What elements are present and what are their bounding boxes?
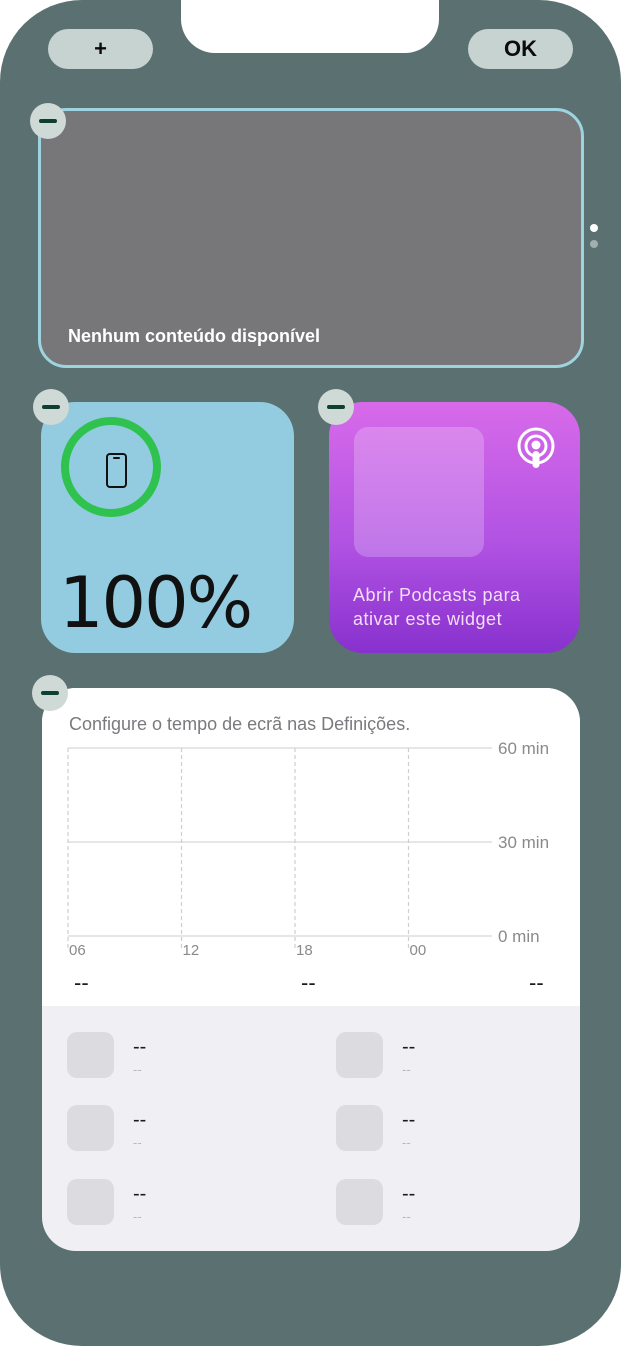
app-icon-placeholder xyxy=(336,1179,383,1225)
battery-ring xyxy=(61,417,161,517)
page-dot-active xyxy=(590,224,598,232)
app-time: -- xyxy=(133,1209,142,1224)
app-icon-placeholder xyxy=(336,1032,383,1078)
battery-percentage: 100% xyxy=(59,562,253,644)
app-usage-item: -- -- xyxy=(336,1179,536,1227)
app-time: -- xyxy=(402,1135,411,1150)
app-usage-item: -- -- xyxy=(67,1105,267,1153)
x-tick-label: 18 xyxy=(296,942,313,959)
notch xyxy=(181,0,439,53)
battery-widget[interactable]: 100% xyxy=(41,402,294,653)
plus-icon: + xyxy=(94,36,107,61)
app-usage-item: -- -- xyxy=(67,1179,267,1227)
widget-stack-page-indicator xyxy=(590,224,600,256)
screen-time-widget[interactable]: Configure o tempo de ecrã nas Definições… xyxy=(42,688,580,1251)
y-tick-label: 60 min xyxy=(498,739,549,758)
empty-widget-message: Nenhum conteúdo disponível xyxy=(68,326,321,346)
screen-time-chart: 60 min 30 min 0 min 06 12 18 00 xyxy=(67,739,549,959)
home-screen-edit-mode: + OK Nenhum conteúdo disponível 100% Abr… xyxy=(0,0,621,1346)
add-widget-button[interactable]: + xyxy=(48,29,153,69)
y-tick-label: 0 min xyxy=(498,927,540,946)
remove-widget-button[interactable] xyxy=(30,103,66,139)
app-icon-placeholder xyxy=(67,1032,114,1078)
screen-time-chart-panel: Configure o tempo de ecrã nas Definições… xyxy=(42,688,580,1006)
remove-podcasts-widget-button[interactable] xyxy=(318,389,354,425)
app-time: -- xyxy=(402,1062,411,1077)
x-tick-label: 00 xyxy=(410,942,427,959)
app-icon-placeholder xyxy=(67,1105,114,1151)
app-name: -- xyxy=(133,1036,147,1058)
app-icon-placeholder xyxy=(336,1105,383,1151)
done-button[interactable]: OK xyxy=(468,29,573,69)
y-tick-label: 30 min xyxy=(498,833,549,852)
app-usage-item: -- -- xyxy=(67,1032,267,1080)
app-time: -- xyxy=(402,1209,411,1224)
remove-screen-time-widget-button[interactable] xyxy=(32,675,68,711)
app-name: -- xyxy=(133,1109,147,1131)
podcast-artwork-placeholder xyxy=(354,427,484,557)
iphone-icon xyxy=(106,453,127,488)
app-name: -- xyxy=(402,1036,416,1058)
x-tick-label: 06 xyxy=(69,942,86,959)
app-usage-item: -- -- xyxy=(336,1032,536,1080)
app-time: -- xyxy=(133,1062,142,1077)
app-usage-grid: -- -- -- -- -- -- -- -- -- -- -- -- xyxy=(42,1006,580,1251)
summary-value: -- xyxy=(529,970,544,995)
app-usage-item: -- -- xyxy=(336,1105,536,1153)
page-dot xyxy=(590,240,598,248)
app-name: -- xyxy=(402,1109,416,1131)
app-icon-placeholder xyxy=(67,1179,114,1225)
app-name: -- xyxy=(133,1183,147,1205)
podcasts-message: Abrir Podcasts para ativar este widget xyxy=(353,585,521,629)
app-name: -- xyxy=(402,1183,416,1205)
podcasts-icon xyxy=(517,427,555,468)
app-time: -- xyxy=(133,1135,142,1150)
x-tick-label: 12 xyxy=(183,942,200,959)
summary-value: -- xyxy=(74,970,89,995)
widget-stack-empty[interactable]: Nenhum conteúdo disponível xyxy=(38,108,584,368)
summary-value: -- xyxy=(301,970,316,995)
podcasts-widget[interactable]: Abrir Podcasts para ativar este widget xyxy=(329,402,580,653)
remove-battery-widget-button[interactable] xyxy=(33,389,69,425)
